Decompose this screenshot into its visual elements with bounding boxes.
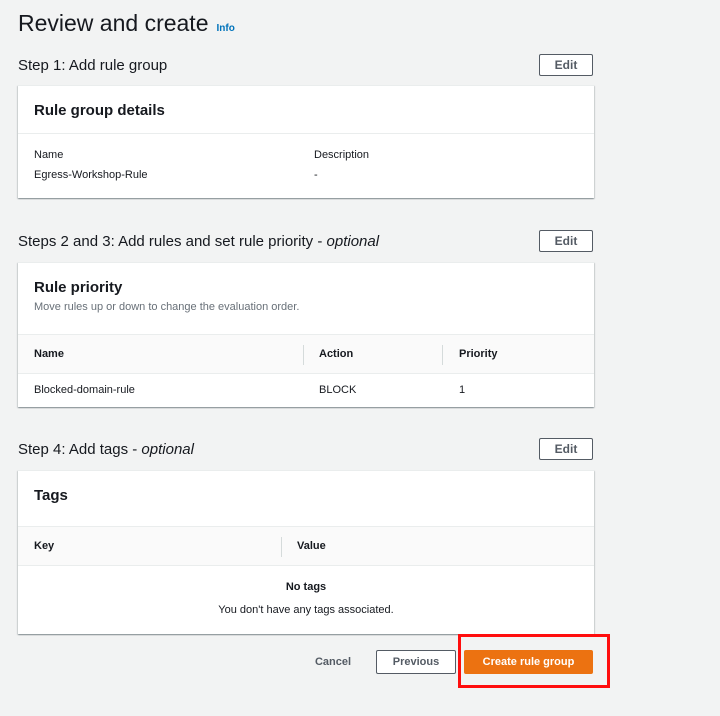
rule-name-cell: Blocked-domain-rule xyxy=(34,384,135,396)
column-separator xyxy=(281,537,282,557)
name-value: Egress-Workshop-Rule xyxy=(34,169,148,181)
column-separator xyxy=(303,345,304,365)
empty-state-description: You don't have any tags associated. xyxy=(218,604,394,616)
column-header-key[interactable]: Key xyxy=(34,527,54,565)
previous-button[interactable]: Previous xyxy=(376,650,456,674)
step1-edit-button[interactable]: Edit xyxy=(539,54,593,76)
step4-edit-button[interactable]: Edit xyxy=(539,438,593,460)
rule-group-details-card: Rule group details Name Egress-Workshop-… xyxy=(18,85,594,198)
tags-title: Tags xyxy=(34,487,68,504)
create-rule-group-button[interactable]: Create rule group xyxy=(464,650,593,674)
card-divider xyxy=(18,133,594,134)
rule-priority-title: Rule priority xyxy=(34,279,123,296)
cancel-button[interactable]: Cancel xyxy=(306,650,360,674)
rule-group-details-title: Rule group details xyxy=(34,102,165,119)
column-header-priority[interactable]: Priority xyxy=(459,335,498,373)
rule-priority-subtitle: Move rules up or down to change the eval… xyxy=(34,301,300,313)
tags-card: Tags Key Value No tags You don't have an… xyxy=(18,470,594,634)
page-title: Review and create Info xyxy=(18,10,235,37)
step4-title-optional: optional xyxy=(141,441,194,458)
info-link[interactable]: Info xyxy=(217,23,235,34)
column-header-value[interactable]: Value xyxy=(297,527,326,565)
name-label: Name xyxy=(34,149,64,161)
page-title-text: Review and create xyxy=(18,10,209,36)
rule-action-cell: BLOCK xyxy=(319,384,357,396)
step4-title-main: Step 4: Add tags - xyxy=(18,441,142,458)
column-header-action[interactable]: Action xyxy=(319,335,353,373)
empty-state-title: No tags xyxy=(285,581,327,593)
column-separator xyxy=(442,345,443,365)
step4-title: Step 4: Add tags - optional xyxy=(18,441,194,458)
description-label: Description xyxy=(314,149,370,161)
step1-title: Step 1: Add rule group xyxy=(18,57,168,74)
rule-priority-table-header: Name Action Priority xyxy=(18,334,594,374)
description-value: - xyxy=(314,169,318,181)
step2-title-optional: optional xyxy=(326,233,380,250)
rule-priority-card: Rule priority Move rules up or down to c… xyxy=(18,262,594,407)
column-header-name[interactable]: Name xyxy=(34,335,64,373)
tags-table-header: Key Value xyxy=(18,526,594,566)
step2-title: Steps 2 and 3: Add rules and set rule pr… xyxy=(18,233,379,250)
rule-priority-cell: 1 xyxy=(459,384,466,396)
step2-edit-button[interactable]: Edit xyxy=(539,230,593,252)
step2-title-main: Steps 2 and 3: Add rules and set rule pr… xyxy=(18,233,327,250)
